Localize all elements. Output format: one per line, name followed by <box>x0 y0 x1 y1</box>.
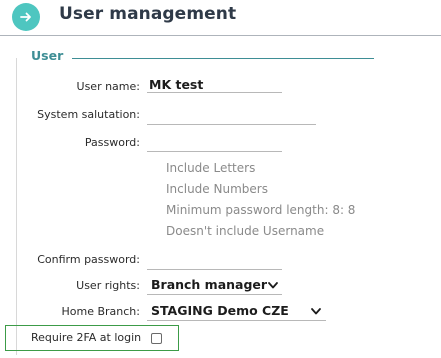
password-hint: Minimum password length: 8: 8 <box>166 203 356 217</box>
password-hint: Include Numbers <box>166 182 268 196</box>
section-title: User <box>31 48 64 63</box>
confirm-password-field[interactable] <box>147 255 282 270</box>
user-rights-label: User rights: <box>76 279 140 292</box>
salutation-label: System salutation: <box>37 108 140 121</box>
require-2fa-label: Require 2FA at login <box>31 331 142 344</box>
require-2fa-checkbox[interactable] <box>151 333 162 344</box>
salutation-field[interactable] <box>147 110 316 125</box>
password-label: Password: <box>84 136 140 149</box>
confirm-password-label: Confirm password: <box>37 253 140 266</box>
arrow-right-icon <box>20 12 31 22</box>
chevron-down-icon <box>268 282 278 289</box>
panel-border <box>16 58 17 355</box>
home-branch-select[interactable]: STAGING Demo CZE <box>147 303 326 321</box>
password-hint: Doesn't include Username <box>166 224 325 238</box>
section-divider <box>72 58 374 59</box>
page-title: User management <box>59 4 237 24</box>
password-hint: Include Letters <box>166 161 256 175</box>
user-rights-select[interactable]: Branch manager <box>147 277 282 295</box>
username-label: User name: <box>76 80 140 93</box>
page-header: User management <box>0 0 441 36</box>
home-branch-value: STAGING Demo CZE <box>151 303 289 318</box>
chevron-down-icon <box>311 308 321 315</box>
back-button[interactable] <box>12 3 40 31</box>
user-rights-value: Branch manager <box>151 277 268 292</box>
header-divider <box>0 35 441 36</box>
password-field[interactable] <box>147 137 282 152</box>
username-field[interactable]: MK test <box>147 78 282 93</box>
home-branch-label: Home Branch: <box>61 305 141 318</box>
